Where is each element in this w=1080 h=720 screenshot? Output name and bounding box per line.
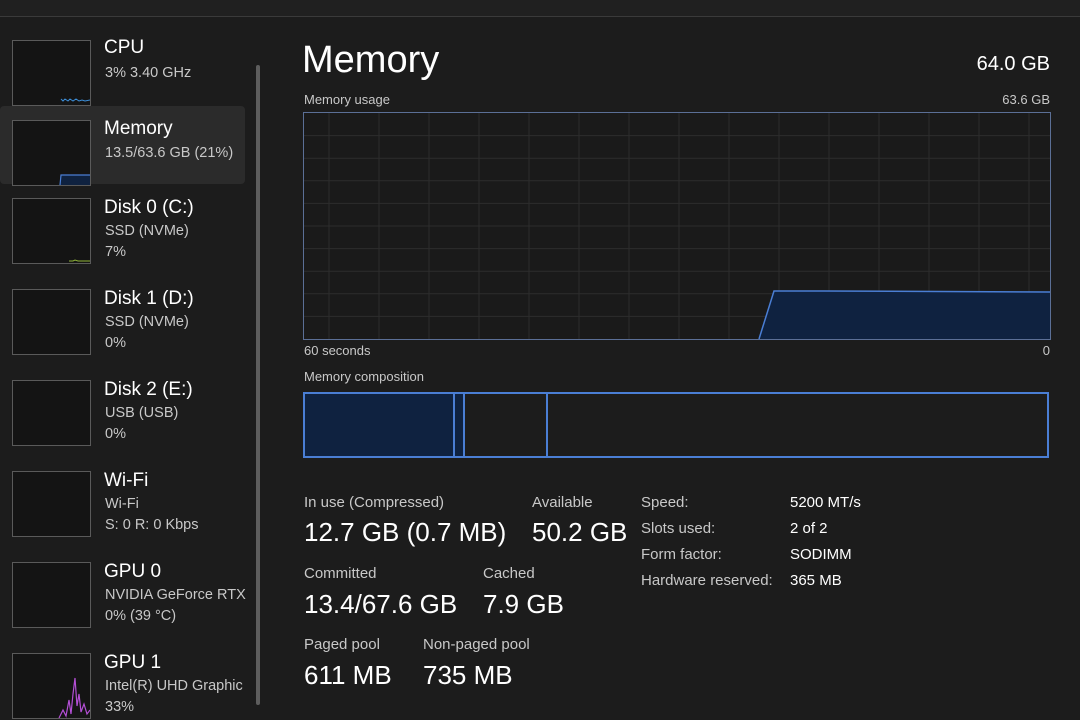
- page-title: Memory: [302, 39, 440, 81]
- sidebar: CPU 3% 3.40 GHz Memory 13.5/63.6 GB (21%…: [0, 17, 266, 720]
- form-factor-value: SODIMM: [790, 546, 852, 563]
- sidebar-item-detail: Intel(R) UHD Graphic: [105, 678, 243, 694]
- sidebar-item-usage: 33%: [105, 699, 135, 715]
- sidebar-item-detail: SSD (NVMe): [105, 223, 189, 239]
- available-label: Available: [532, 494, 593, 511]
- sidebar-item-usage: 7%: [105, 244, 126, 260]
- sidebar-item-memory[interactable]: Memory 13.5/63.6 GB (21%): [0, 106, 245, 186]
- available-value: 50.2 GB: [532, 517, 628, 547]
- paged-pool-label: Paged pool: [304, 636, 380, 653]
- sidebar-item-usage: 0%: [105, 335, 126, 351]
- sidebar-item-disk-2[interactable]: Disk 2 (E:) USB (USB) 0%: [0, 369, 245, 447]
- in-use-value: 12.7 GB (0.7 MB): [304, 517, 507, 547]
- disk-0-thumbnail-graph: [12, 198, 91, 264]
- hardware-reserved-value: 365 MB: [790, 572, 842, 589]
- cached-label: Cached: [483, 565, 535, 582]
- hardware-reserved-label: Hardware reserved:: [641, 572, 773, 589]
- sidebar-item-detail: NVIDIA GeForce RTX: [105, 587, 246, 603]
- wifi-thumbnail-graph: [12, 471, 91, 537]
- slots-used-value: 2 of 2: [790, 520, 828, 537]
- memory-usage-label: Memory usage: [304, 92, 390, 107]
- memory-thumbnail-graph: [12, 120, 91, 186]
- disk-2-thumbnail-graph: [12, 380, 91, 446]
- cpu-thumbnail-graph: [12, 40, 91, 106]
- cached-value: 7.9 GB: [483, 589, 564, 619]
- sidebar-item-usage: 0% (39 °C): [105, 608, 177, 624]
- sidebar-item-detail: USB (USB): [105, 405, 179, 421]
- non-paged-pool-label: Non-paged pool: [423, 636, 530, 653]
- sidebar-item-usage: 0%: [105, 426, 126, 442]
- non-paged-pool-value: 735 MB: [423, 660, 513, 690]
- sidebar-item-title: Disk 2 (E:): [104, 379, 193, 400]
- sidebar-item-wifi[interactable]: Wi-Fi Wi-Fi S: 0 R: 0 Kbps: [0, 460, 245, 538]
- sidebar-item-disk-0[interactable]: Disk 0 (C:) SSD (NVMe) 7%: [0, 187, 245, 265]
- sidebar-item-title: GPU 0: [104, 561, 162, 582]
- committed-label: Committed: [304, 565, 377, 582]
- composition-modified-segment: [455, 394, 465, 456]
- total-memory: 64.0 GB: [976, 53, 1050, 75]
- sidebar-scrollbar[interactable]: [256, 65, 260, 705]
- composition-in-use-segment: [305, 394, 455, 456]
- sidebar-item-title: Disk 0 (C:): [104, 197, 194, 218]
- composition-free-segment: [548, 394, 1047, 456]
- sidebar-item-title: Wi-Fi: [104, 470, 149, 491]
- slots-used-label: Slots used:: [641, 520, 716, 537]
- sidebar-item-title: Disk 1 (D:): [104, 288, 194, 309]
- memory-usage-max: 63.6 GB: [1002, 92, 1050, 107]
- graph-time-zero: 0: [1042, 343, 1050, 358]
- sidebar-item-throughput: S: 0 R: 0 Kbps: [105, 517, 199, 533]
- sidebar-item-cpu[interactable]: CPU 3% 3.40 GHz: [0, 29, 245, 107]
- speed-label: Speed:: [641, 494, 689, 511]
- disk-1-thumbnail-graph: [12, 289, 91, 355]
- sidebar-item-disk-1[interactable]: Disk 1 (D:) SSD (NVMe) 0%: [0, 278, 245, 356]
- sidebar-item-title: Memory: [104, 118, 173, 139]
- graph-time-span: 60 seconds: [304, 343, 371, 358]
- form-factor-label: Form factor:: [641, 546, 722, 563]
- gpu-1-thumbnail-graph: [12, 653, 91, 719]
- committed-value: 13.4/67.6 GB: [304, 589, 458, 619]
- sidebar-item-title: CPU: [104, 37, 145, 58]
- sidebar-item-detail: 3% 3.40 GHz: [105, 65, 192, 81]
- paged-pool-value: 611 MB: [304, 660, 392, 690]
- sidebar-item-gpu-0[interactable]: GPU 0 NVIDIA GeForce RTX 0% (39 °C): [0, 551, 246, 629]
- sidebar-item-detail: SSD (NVMe): [105, 314, 189, 330]
- memory-panel: Memory 64.0 GB Memory usage 63.6 GB 60 s…: [266, 17, 1080, 718]
- speed-value: 5200 MT/s: [790, 494, 861, 511]
- memory-usage-graph: [303, 112, 1051, 340]
- sidebar-item-title: GPU 1: [104, 652, 162, 673]
- composition-standby-segment: [465, 394, 548, 456]
- sidebar-item-detail: Wi-Fi: [105, 496, 139, 512]
- memory-composition-bar: [303, 392, 1049, 458]
- gpu-0-thumbnail-graph: [12, 562, 91, 628]
- in-use-label: In use (Compressed): [304, 494, 445, 511]
- memory-composition-label: Memory composition: [304, 369, 424, 384]
- title-bar: [0, 0, 1080, 17]
- sidebar-item-gpu-1[interactable]: GPU 1 Intel(R) UHD Graphic 33%: [0, 642, 245, 720]
- sidebar-item-detail: 13.5/63.6 GB (21%): [105, 145, 234, 161]
